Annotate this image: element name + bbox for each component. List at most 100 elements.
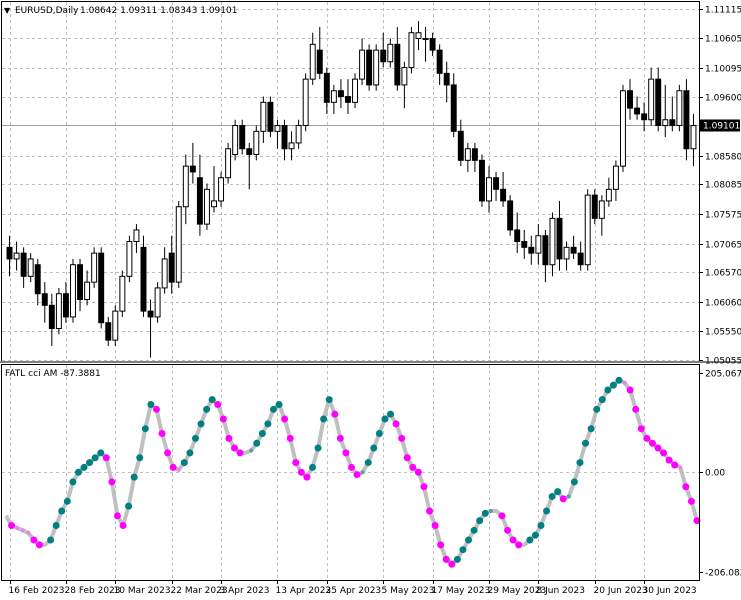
indicator-dot-down <box>648 439 656 447</box>
time-tick-label: 16 Feb 2023 <box>9 586 65 596</box>
candle-bear <box>500 188 507 202</box>
candle-bull <box>70 264 76 318</box>
indicator-dot-down <box>102 454 110 462</box>
indicator-dot-down <box>654 444 662 452</box>
indicator-dot-up <box>381 415 389 423</box>
candle-bull <box>648 78 655 121</box>
symbol-label: EURUSD,Daily <box>15 6 79 16</box>
candle-bull <box>464 148 471 161</box>
candle-bull <box>408 32 415 69</box>
indicator-dot-up <box>370 444 378 452</box>
candle-bear <box>323 72 330 103</box>
candle-bear <box>196 177 203 225</box>
candle-bull <box>133 229 140 243</box>
indicator-dot-down <box>409 463 417 471</box>
candle-bear <box>521 241 528 248</box>
candle-bear <box>507 200 514 231</box>
candle-bull <box>112 310 119 341</box>
indicator-tick-label: 0.00 <box>705 469 725 479</box>
indicator-dot-up <box>476 517 484 525</box>
candle-bear <box>345 96 351 103</box>
indicator-dot-up <box>63 497 71 505</box>
price-tick-label: 1.08085 <box>705 181 741 191</box>
candle-bear <box>239 125 246 150</box>
indicator-dot-down <box>230 444 238 452</box>
indicator-dot-down <box>622 380 627 385</box>
indicator-dot-down <box>26 530 31 535</box>
indicator-dot-up <box>387 410 395 418</box>
indicator-dot-up <box>488 508 493 513</box>
indicator-dot-down <box>403 454 411 462</box>
indicator-dot-down <box>632 405 640 413</box>
candle-bear <box>267 101 274 132</box>
indicator-dot-up <box>180 459 188 467</box>
candle-bull <box>203 188 210 225</box>
price-tick-label: 1.05055 <box>705 357 741 367</box>
candle-bull <box>584 194 591 266</box>
candle-bull <box>535 235 542 254</box>
candle-bear <box>6 246 13 260</box>
price-tick-label: 1.07575 <box>705 211 741 221</box>
indicator-dot-up <box>74 468 82 476</box>
indicator-dot-up <box>531 531 539 539</box>
candle-bear <box>669 119 676 127</box>
indicator-dot-down <box>504 526 512 534</box>
indicator-dot-up <box>453 555 461 563</box>
indicator-dot-down <box>448 560 456 568</box>
indicator-dot-down <box>665 456 673 464</box>
time-tick-label: 3 Apr 2023 <box>220 586 270 596</box>
indicator-dot-down <box>671 461 679 469</box>
candle-bull <box>218 177 225 202</box>
candle-bull <box>232 125 239 156</box>
price-tick-label: 1.06570 <box>705 269 741 279</box>
indicator-dot-up <box>203 405 211 413</box>
indicator-dot-up <box>269 405 277 413</box>
candle-bear <box>478 159 485 202</box>
candle-bull <box>387 43 394 63</box>
indicator-dot-up <box>320 415 328 423</box>
indicator-dot-up <box>47 536 55 544</box>
candle-bull <box>91 252 98 283</box>
indicator-dot-up <box>554 488 562 496</box>
candle-bear <box>556 217 563 260</box>
candle-bear <box>577 252 584 266</box>
candle-bull <box>260 101 267 132</box>
candle-bull <box>330 90 337 103</box>
indicator-dot-up <box>364 459 372 467</box>
price-tick-label: 1.11115 <box>705 6 741 16</box>
indicator-dot-down <box>292 459 300 467</box>
indicator-dot-up <box>186 449 194 457</box>
candle-bear <box>246 148 253 156</box>
indicator-dot-up <box>576 459 584 467</box>
indicator-dot-down <box>426 507 434 515</box>
indicator-dot-down <box>420 483 428 491</box>
indicator-dot-up <box>537 521 545 529</box>
time-tick-label: 30 Jun 2023 <box>643 586 697 596</box>
indicator-dot-down <box>626 386 634 394</box>
indicator-dot-up <box>465 536 473 544</box>
indicator-dot-up <box>86 459 94 467</box>
candle-bear <box>542 235 549 266</box>
candle-bull <box>27 258 34 277</box>
indicator-dot-down <box>637 425 645 433</box>
header-arrow-icon[interactable]: ▼ <box>4 6 11 15</box>
time-tick-label: 17 May 2023 <box>432 586 491 596</box>
indicator-tick-label: -206.0821 <box>705 569 741 579</box>
candle-bull <box>662 119 669 127</box>
indicator-dot-down <box>398 434 406 442</box>
candle-bull <box>119 275 126 312</box>
indicator-dot-down <box>214 400 222 408</box>
indicator-dot-down <box>687 497 695 505</box>
indicator-dot-up <box>80 463 88 471</box>
chart[interactable]: 1.11115 1.10605 1.10095 1.09600 1.08580 1.080… <box>0 0 741 600</box>
indicator-dot-up <box>58 507 66 515</box>
indicator-dot-up <box>526 536 534 544</box>
indicator-dot-up <box>587 425 595 433</box>
indicator-dot-down <box>164 449 172 457</box>
indicator-dot-up <box>197 420 205 428</box>
indicator-dot-down <box>392 420 400 428</box>
indicator-dot-up <box>125 502 133 510</box>
indicator-dot-up <box>136 454 144 462</box>
indicator-dot-up <box>191 434 199 442</box>
indicator-dot-up <box>604 386 612 394</box>
